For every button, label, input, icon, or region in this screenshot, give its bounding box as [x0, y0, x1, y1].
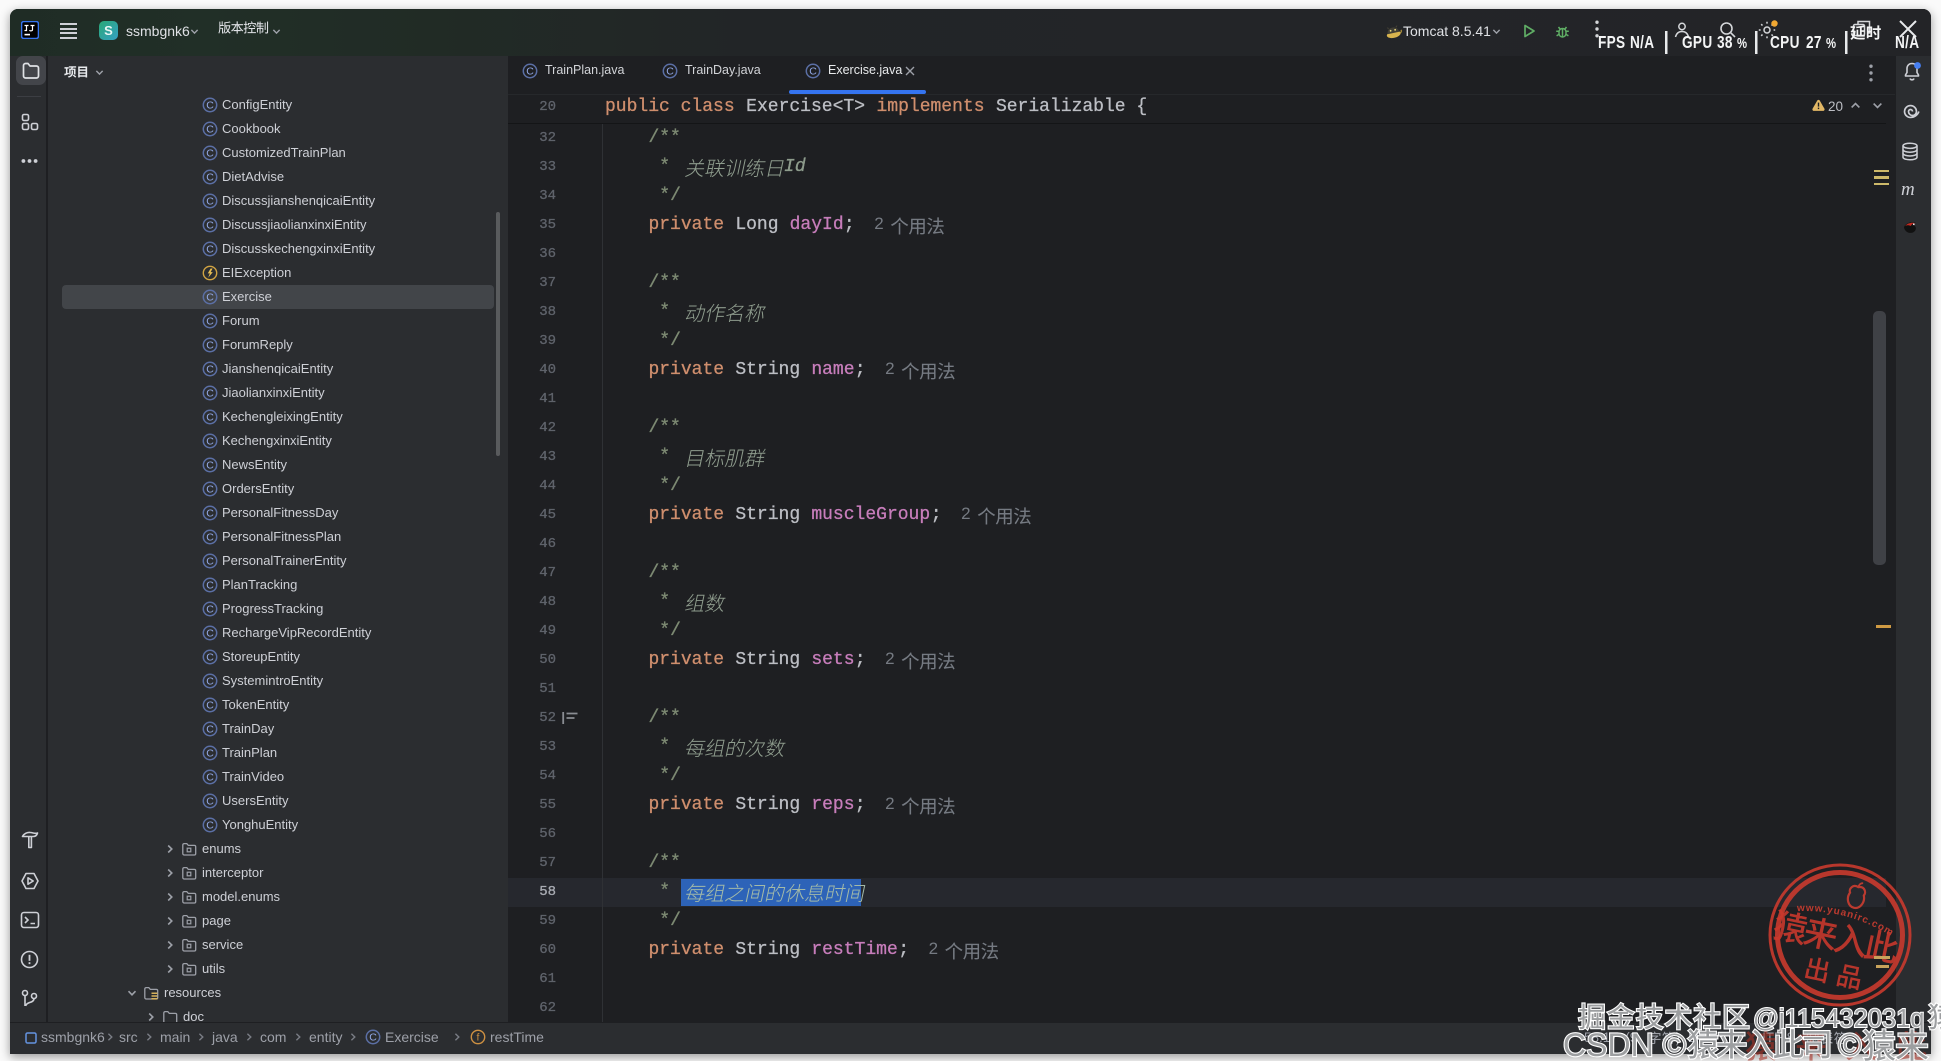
svg-text:C: C	[206, 315, 214, 327]
svg-text:C: C	[206, 123, 214, 135]
svg-text:C: C	[206, 411, 214, 423]
svg-text:%: %	[1737, 35, 1747, 52]
svg-text:C: C	[206, 819, 214, 831]
svg-text:C: C	[526, 65, 534, 77]
svg-text:C: C	[206, 699, 214, 711]
svg-text:GPU: GPU	[1682, 34, 1713, 53]
svg-text:C: C	[206, 579, 214, 591]
svg-text:C: C	[666, 65, 674, 77]
svg-text:N/A: N/A	[1630, 34, 1654, 53]
svg-text:C: C	[206, 675, 214, 687]
svg-text:C: C	[206, 435, 214, 447]
svg-text:C: C	[206, 771, 214, 783]
svg-text:C: C	[206, 219, 214, 231]
svg-text:C: C	[206, 243, 214, 255]
svg-text:38: 38	[1717, 34, 1733, 53]
svg-text:C: C	[206, 387, 214, 399]
svg-text:C: C	[206, 195, 214, 207]
svg-text:C: C	[206, 531, 214, 543]
svg-text:C: C	[206, 171, 214, 183]
svg-text:C: C	[206, 723, 214, 735]
svg-text:C: C	[206, 651, 214, 663]
svg-text:C: C	[206, 459, 214, 471]
svg-text:CPU: CPU	[1770, 34, 1800, 53]
svg-text:C: C	[206, 555, 214, 567]
svg-text:N/A: N/A	[1895, 34, 1919, 53]
svg-text:C: C	[206, 507, 214, 519]
svg-text:C: C	[206, 747, 214, 759]
svg-text:C: C	[206, 483, 214, 495]
svg-text:FPS: FPS	[1598, 34, 1625, 53]
svg-text:C: C	[369, 1031, 377, 1043]
svg-text:C: C	[206, 795, 214, 807]
svg-text:f: f	[477, 1031, 480, 1043]
svg-text:C: C	[206, 363, 214, 375]
svg-text:C: C	[809, 65, 817, 77]
svg-text:%: %	[1826, 35, 1836, 52]
svg-text:27: 27	[1806, 34, 1822, 53]
svg-text:C: C	[206, 291, 214, 303]
svg-text:C: C	[206, 147, 214, 159]
svg-text:C: C	[206, 339, 214, 351]
svg-text:C: C	[206, 99, 214, 111]
svg-text:C: C	[206, 603, 214, 615]
svg-text:C: C	[206, 627, 214, 639]
